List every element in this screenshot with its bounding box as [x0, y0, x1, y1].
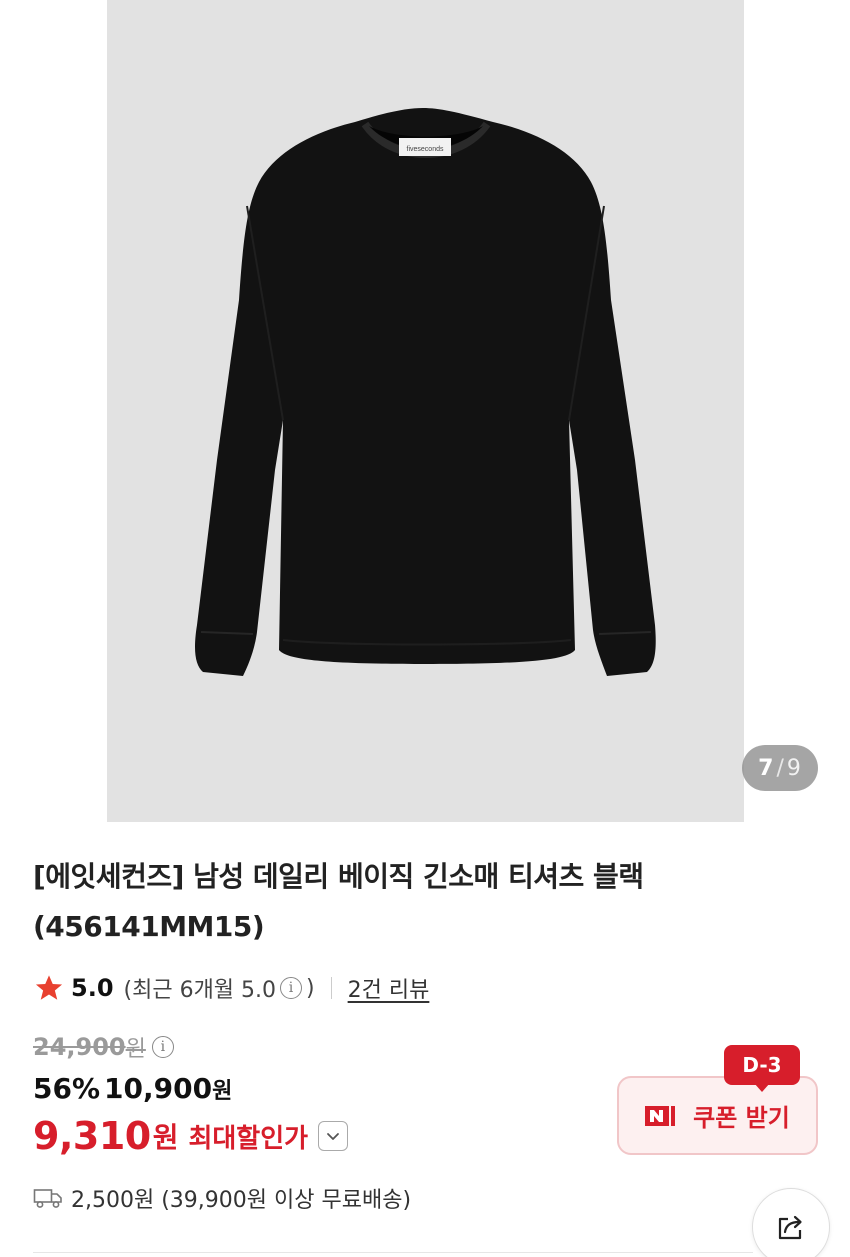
original-price-row: 24,900 원 i — [33, 1031, 178, 1063]
truck-icon — [33, 1189, 62, 1208]
coupon-label: 쿠폰 받기 — [693, 1104, 790, 1132]
image-counter-current: 7 — [758, 755, 775, 781]
original-price: 24,900 — [33, 1033, 126, 1061]
share-icon — [778, 1215, 802, 1240]
shipping-text: 2,500원 (39,900원 이상 무료배송) — [71, 1188, 412, 1213]
image-counter-total: 9 — [786, 755, 802, 781]
price-info-icon[interactable]: i — [151, 1036, 174, 1058]
recent-rating-close: ) — [306, 975, 315, 1001]
rating-score: 5.0 — [71, 974, 114, 1002]
chevron-down-icon — [327, 1133, 339, 1140]
original-price-unit: 원 — [125, 1037, 146, 1062]
divider — [330, 977, 332, 999]
sale-price-unit: 원 — [212, 1079, 233, 1104]
dday-badge: D-3 — [724, 1045, 800, 1085]
info-icon[interactable]: i — [280, 977, 303, 999]
final-price: 9,310 — [33, 1114, 151, 1158]
coupon-button[interactable]: 쿠폰 받기 — [617, 1076, 818, 1155]
image-counter: 7 / 9 — [742, 745, 818, 791]
sale-price: 10,900 — [104, 1072, 213, 1105]
dday-badge-tail — [754, 1083, 770, 1092]
discount-percent: 56% — [33, 1072, 101, 1105]
product-image-gallery[interactable]: fiveseconds — [107, 0, 744, 822]
section-divider — [33, 1252, 753, 1253]
max-discount-label: 최대할인가 — [188, 1123, 309, 1154]
sale-price-row: 56% 10,900 원 — [33, 1072, 232, 1105]
naver-n-icon — [645, 1105, 676, 1126]
share-button[interactable] — [752, 1188, 830, 1257]
shipping-info: 2,500원 (39,900원 이상 무료배송) — [33, 1182, 411, 1214]
recent-rating-text: (최근 6개월 5.0 — [123, 978, 277, 1003]
final-price-unit: 원 — [152, 1121, 179, 1154]
final-price-row: 9,310 원 최대할인가 — [33, 1114, 349, 1158]
reviews-link[interactable]: 2건 리뷰 — [348, 972, 430, 1004]
product-title-line2: (456141MM15) — [33, 910, 265, 943]
rating-row: 5.0 (최근 6개월 5.0 i ) 2건 리뷰 — [33, 968, 429, 1008]
product-title-line1: [에잇세컨즈] 남성 데일리 베이직 긴소매 티셔츠 블랙 — [33, 860, 644, 893]
image-counter-separator: / — [776, 755, 785, 781]
recent-rating: (최근 6개월 5.0 i ) — [124, 972, 315, 1004]
product-image: fiveseconds — [195, 108, 656, 676]
product-title: [에잇세컨즈] 남성 데일리 베이직 긴소매 티셔츠 블랙 (456141MM1… — [33, 852, 733, 952]
star-icon — [35, 975, 63, 1000]
shirt-label-text: fiveseconds — [407, 146, 444, 153]
expand-price-button[interactable] — [318, 1121, 349, 1151]
